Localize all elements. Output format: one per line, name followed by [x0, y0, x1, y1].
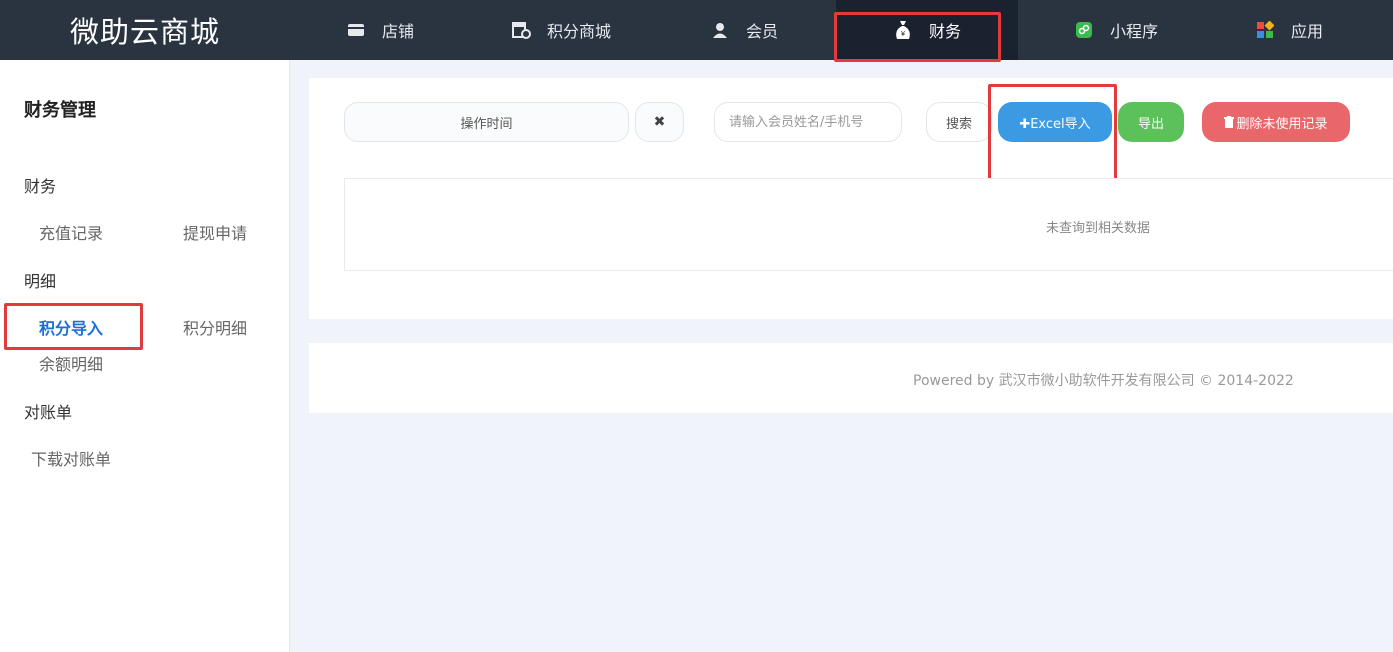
export-button[interactable]: 导出: [1118, 102, 1184, 142]
delete-label: 删除未使用记录: [1236, 116, 1328, 132]
member-search-input[interactable]: [714, 102, 902, 142]
user-icon: [710, 20, 730, 40]
data-table: [344, 178, 1393, 271]
footer-copyright: Powered by 武汉市微小助软件开发有限公司 © 2014-2022: [913, 373, 1294, 389]
mini-program-icon: [1074, 20, 1094, 40]
nav-item-points-mall[interactable]: 积分商城: [511, 0, 611, 60]
nav-label: 应用: [1291, 22, 1324, 41]
nav-item-mini-program[interactable]: 小程序: [1074, 0, 1158, 60]
excel-import-button[interactable]: ✚Excel导入: [998, 102, 1112, 142]
sidebar-item-download-statement[interactable]: 下载对账单: [31, 446, 111, 470]
nav-label: 财务: [928, 22, 961, 41]
nav-item-apps[interactable]: 应用: [1255, 0, 1323, 60]
sidebar-item-points-import[interactable]: 积分导入: [39, 315, 103, 339]
sidebar-item-points-details[interactable]: 积分明细: [183, 315, 247, 339]
trash-icon: [1224, 116, 1235, 128]
store-icon: [346, 20, 366, 40]
sidebar-item-withdraw-requests[interactable]: 提现申请: [183, 220, 247, 244]
sidebar-group-finance: 财务: [24, 177, 57, 196]
nav-item-finance[interactable]: ¥ 财务: [836, 0, 1018, 60]
sidebar-item-recharge-records[interactable]: 充值记录: [39, 220, 103, 244]
close-icon: ✖: [653, 114, 666, 130]
sidebar-group-statements: 对账单: [24, 403, 73, 422]
nav-item-store[interactable]: 店铺: [346, 0, 414, 60]
sidebar-group-details: 明细: [24, 272, 57, 291]
search-button[interactable]: 搜索: [926, 102, 992, 142]
nav-item-members[interactable]: 会员: [710, 0, 778, 60]
sidebar-item-balance-details[interactable]: 余额明细: [39, 351, 103, 375]
svg-text:¥: ¥: [901, 30, 906, 38]
points-mall-icon: [511, 20, 531, 40]
apps-icon: [1255, 20, 1275, 40]
time-filter-button[interactable]: 操作时间: [344, 102, 629, 142]
nav-label: 会员: [746, 22, 779, 41]
delete-unused-records-button[interactable]: 删除未使用记录: [1202, 102, 1350, 142]
nav-label: 小程序: [1110, 22, 1159, 41]
nav-label: 积分商城: [547, 22, 612, 41]
nav-label: 店铺: [382, 22, 415, 41]
top-navbar: 微助云商城 店铺 积分商城 会员 ¥ 财务 小程序 应用: [0, 0, 1393, 60]
sidebar-title: 财务管理: [24, 100, 96, 121]
app-logo[interactable]: 微助云商城: [0, 0, 290, 60]
empty-state-text: 未查询到相关数据: [1046, 221, 1151, 236]
clear-time-button[interactable]: ✖: [635, 102, 684, 142]
money-bag-icon: ¥: [893, 20, 913, 40]
